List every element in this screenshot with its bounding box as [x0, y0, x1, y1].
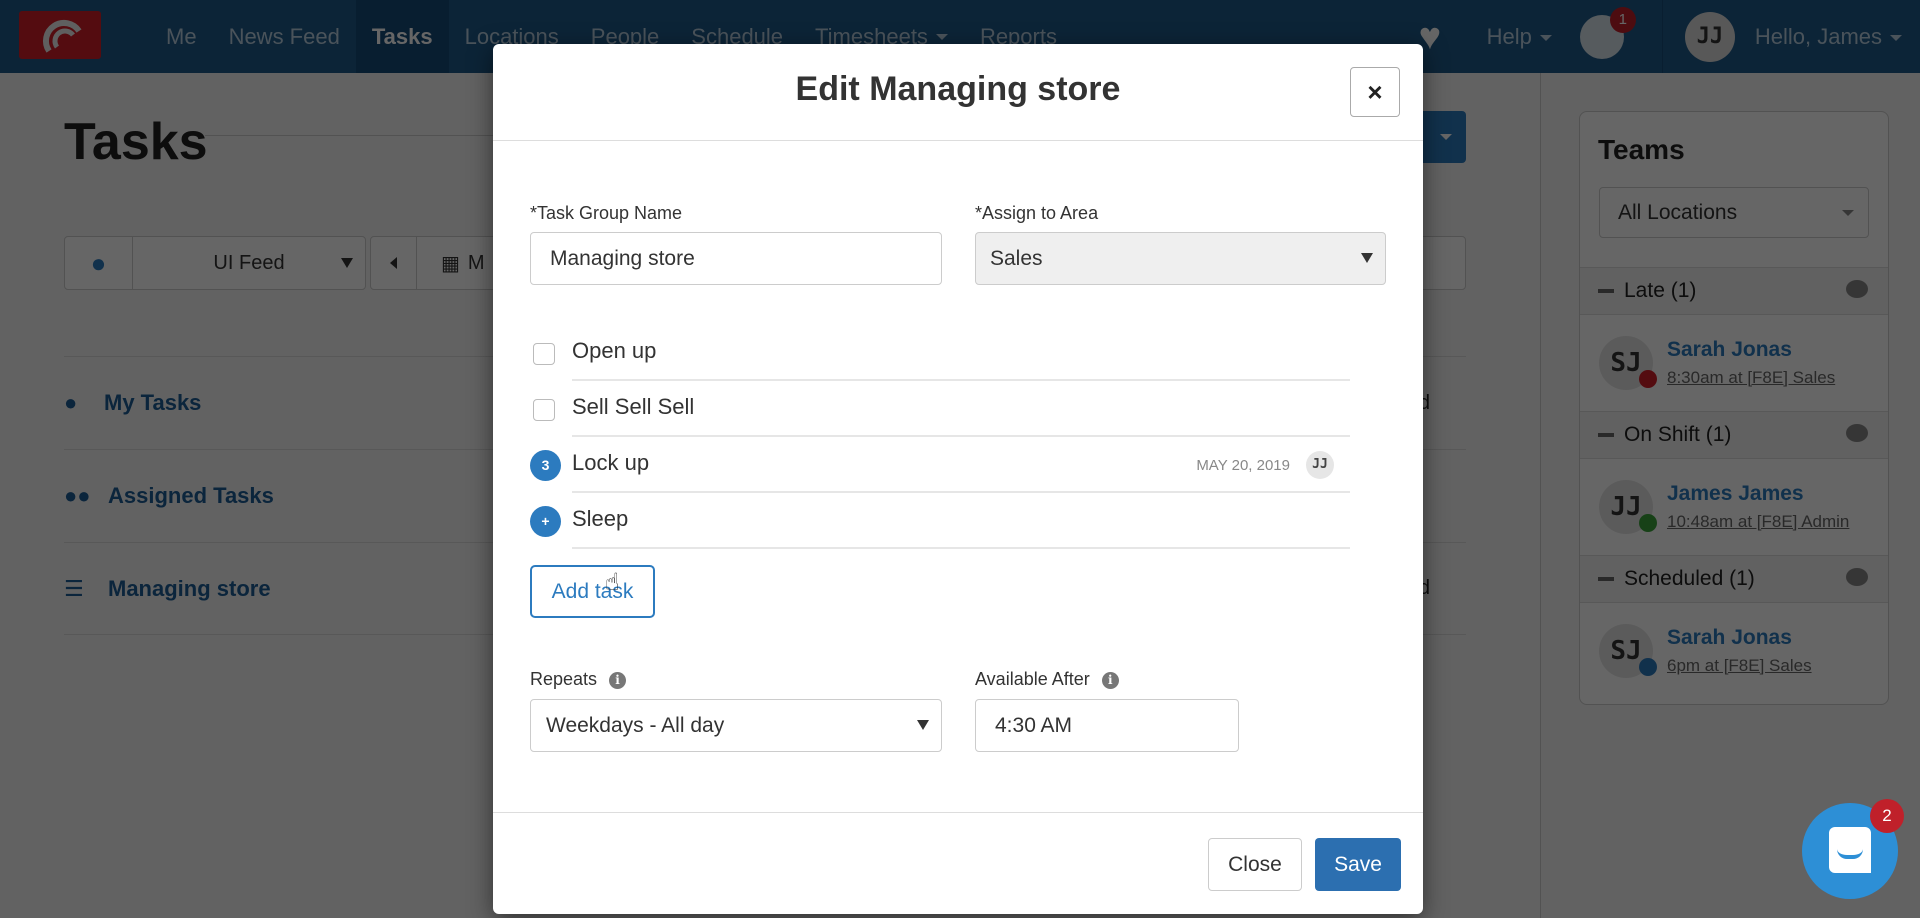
repeats-value: Weekdays - All day — [546, 713, 725, 737]
modal-close-x-button[interactable]: × — [1350, 67, 1400, 117]
edit-task-group-modal: Edit Managing store × *Task Group Name M… — [493, 44, 1423, 914]
subtask-divider — [572, 547, 1350, 549]
assign-area-select[interactable]: Sales — [975, 232, 1386, 285]
available-after-label: Available After i — [975, 669, 1119, 690]
subtask-row: Sell Sell Sell — [530, 381, 1350, 437]
assign-area-value: Sales — [990, 246, 1043, 270]
subtask-count-badge[interactable]: 3 — [530, 450, 561, 481]
subtask-text[interactable]: Open up — [572, 338, 656, 364]
subtask-add-badge[interactable]: + — [530, 506, 561, 537]
subtask-assignee-avatar: JJ — [1306, 451, 1334, 479]
modal-footer: Close Save — [493, 812, 1423, 914]
subtask-row: + Sleep — [530, 493, 1350, 549]
task-group-name-label: *Task Group Name — [530, 203, 683, 223]
close-button[interactable]: Close — [1208, 838, 1302, 891]
smile-icon — [1837, 849, 1863, 859]
subtask-checkbox[interactable] — [533, 343, 555, 365]
modal-title: Edit Managing store — [795, 70, 1121, 108]
subtask-row: 3 Lock up MAY 20, 2019 JJ — [530, 437, 1350, 493]
mouse-cursor-hand-icon: ☝ — [605, 569, 620, 596]
info-icon[interactable]: i — [1101, 671, 1119, 689]
subtask-row: Open up — [530, 325, 1350, 381]
chat-bubble-icon — [1829, 827, 1871, 873]
available-after-input[interactable]: 4:30 AM — [975, 699, 1239, 752]
chat-unread-badge: 2 — [1870, 799, 1904, 833]
modal-header: Edit Managing store × — [493, 44, 1423, 141]
info-icon[interactable]: i — [609, 671, 627, 689]
subtask-checkbox[interactable] — [533, 399, 555, 421]
available-after-label-text: Available After — [975, 669, 1090, 689]
subtask-text[interactable]: Sleep — [572, 506, 628, 532]
subtask-text[interactable]: Sell Sell Sell — [572, 394, 694, 420]
task-group-name-input[interactable]: Managing store — [530, 232, 942, 285]
subtask-date: MAY 20, 2019 — [1196, 457, 1290, 474]
chat-widget-button[interactable]: 2 — [1802, 799, 1904, 899]
repeats-label: Repeats i — [530, 669, 627, 690]
dropdown-triangle-icon — [1361, 253, 1373, 263]
assign-area-label: *Assign to Area — [975, 203, 1099, 223]
add-task-button[interactable]: Add task — [530, 565, 655, 618]
save-button[interactable]: Save — [1315, 838, 1401, 891]
subtask-text[interactable]: Lock up — [572, 450, 649, 476]
available-after-value: 4:30 AM — [995, 713, 1073, 737]
repeats-select[interactable]: Weekdays - All day — [530, 699, 942, 752]
repeats-label-text: Repeats — [530, 669, 598, 689]
dropdown-triangle-icon — [917, 720, 929, 730]
task-group-name-value: Managing store — [550, 246, 695, 270]
